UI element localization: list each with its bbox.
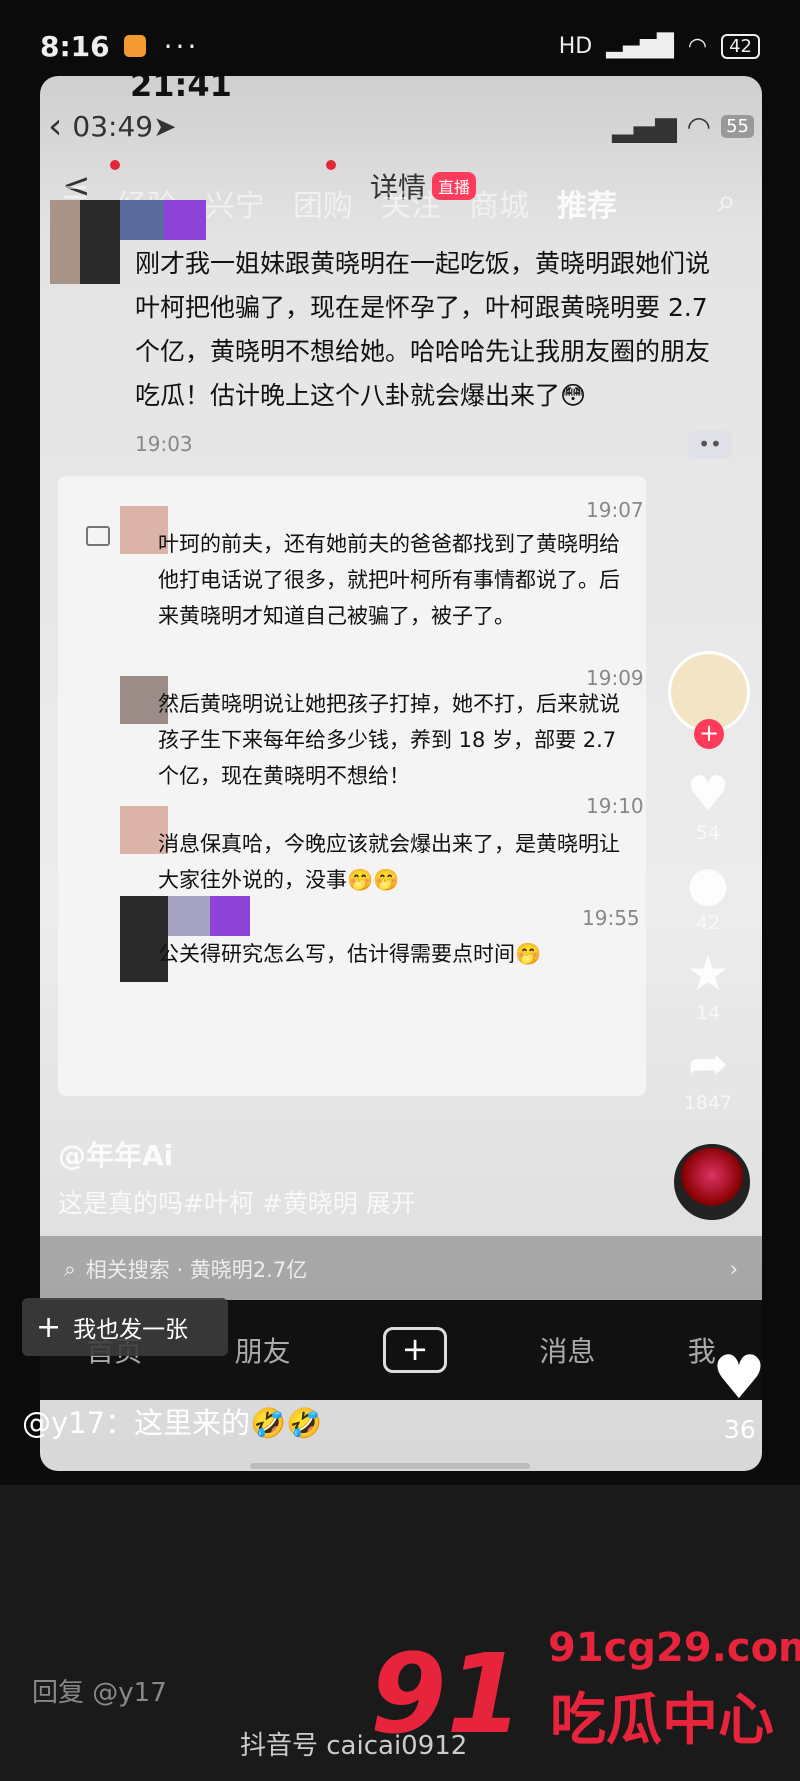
network-type: HD: [558, 33, 593, 59]
search-icon: ⌕: [64, 1256, 76, 1281]
tab-item[interactable]: 兴宁: [205, 181, 265, 225]
red-dot-icon: [110, 160, 120, 170]
like-action[interactable]: ♥ 54: [668, 766, 748, 844]
inner-back-icon: ‹: [48, 105, 63, 147]
comment-text: @y17：这里来的🤣🤣: [22, 1406, 323, 1440]
like-count: 54: [695, 822, 721, 844]
share-action[interactable]: ➦ 1847: [668, 1036, 748, 1114]
location-icon: ➤: [153, 109, 177, 143]
star-icon: ★: [686, 946, 730, 1002]
app-notification-icon: [123, 35, 146, 57]
plus-icon: +: [36, 1309, 62, 1345]
inner-signal-icon: ▂▄▆: [612, 109, 677, 143]
inner-wifi-icon: ◠: [686, 109, 712, 143]
chevron-right-icon: ›: [729, 1257, 738, 1281]
status-time: 8:16: [40, 29, 110, 63]
share-count: 1847: [683, 1092, 733, 1114]
favorite-action[interactable]: ★ 14: [668, 946, 748, 1024]
reply-text: 消息保真哈，今晚应该就会爆出来了，是黄晓明让大家往外说的，没事🤭🤭: [158, 832, 620, 892]
comment-icon: [86, 526, 110, 546]
message-time: 19:03: [135, 432, 193, 456]
related-search-bar[interactable]: ⌕ 相关搜索 · 黄晓明2.7亿 ›: [40, 1236, 762, 1302]
signal-icon: ▂▄▆█: [606, 33, 674, 59]
live-badge: 直播: [432, 172, 477, 200]
post-image-label: 我也发一张: [73, 1317, 189, 1343]
heart-count: 36: [724, 1415, 756, 1444]
post-image-button[interactable]: + 我也发一张: [22, 1298, 228, 1356]
comment-action[interactable]: ● 42: [668, 856, 748, 934]
inner-status-bar: ‹ 03:49 ➤ ▂▄▆ ◠ 55: [40, 96, 762, 156]
comment-bubble-icon: ●: [687, 856, 729, 912]
related-search-text: 相关搜索 · 黄晓明2.7亿: [85, 1258, 308, 1282]
favorite-count: 14: [695, 1002, 721, 1024]
reply-thread: 19:07 叶珂的前夫，还有她前夫的爸爸都找到了黄晓明给他打电话说了很多，就把叶…: [58, 476, 646, 1096]
search-icon[interactable]: ⌕: [717, 181, 736, 221]
drag-handle[interactable]: [250, 1463, 530, 1469]
share-arrow-icon: ➦: [687, 1036, 729, 1092]
watermark-name: 吃瓜中心: [550, 1688, 774, 1753]
heart-icon[interactable]: ♥: [712, 1343, 766, 1413]
nav-friends[interactable]: 朋友: [235, 1330, 291, 1370]
comment-count: 42: [695, 912, 721, 934]
tab-item[interactable]: 团购: [293, 181, 353, 225]
follow-plus-icon[interactable]: +: [694, 719, 724, 749]
chat-message: 刚才我一姐妹跟黄晓明在一起吃饭，黄晓明跟她们说叶柯把他骗了，现在是怀孕了，叶柯跟…: [135, 249, 711, 410]
tab-item-active[interactable]: 推荐: [557, 181, 617, 225]
watermark-logo: 91: [370, 1630, 524, 1758]
reply-text: 公关得研究怎么写，估计得需要点时间🤭: [158, 942, 542, 966]
watermark-url: 91cg29.com: [548, 1625, 800, 1671]
reply-text: 然后黄晓明说让她把孩子打掉，她不打，后来就说孩子生下来每年给多少钱，养到 18 …: [158, 692, 620, 788]
inner-battery-icon: 55: [721, 114, 754, 138]
heart-icon: ♥: [686, 766, 730, 822]
reply-time: 19:10: [586, 794, 644, 818]
shared-screenshot[interactable]: 21:41 ‹ 03:49 ➤ ▂▄▆ ◠ 55 < 详情 ☰ 经验 兴宁 团购…: [40, 76, 762, 1471]
reply-text: 叶珂的前夫，还有她前夫的爸爸都找到了黄晓明给他打电话说了很多，就把叶柯所有事情都…: [158, 532, 620, 628]
wifi-icon: ◠: [687, 33, 708, 59]
reply-time: 19:55: [582, 906, 640, 930]
create-button[interactable]: +: [382, 1327, 447, 1373]
video-description[interactable]: 这是真的吗#叶柯 #黄晓明 展开: [58, 1184, 416, 1220]
reply-input[interactable]: 回复 @y17: [32, 1672, 167, 1709]
more-notifications-icon: ···: [163, 29, 200, 63]
battery-icon: 42: [721, 33, 760, 59]
reply-time: 19:07: [586, 498, 644, 522]
tab-item[interactable]: 商城: [469, 181, 529, 225]
more-options-icon[interactable]: ••: [688, 431, 732, 459]
author-name[interactable]: @年年Ai: [58, 1134, 173, 1174]
nav-messages[interactable]: 消息: [539, 1330, 595, 1370]
inner-status-time: 03:49: [72, 109, 154, 143]
music-disc-icon[interactable]: [674, 1144, 750, 1220]
red-dot-icon: [326, 160, 336, 170]
